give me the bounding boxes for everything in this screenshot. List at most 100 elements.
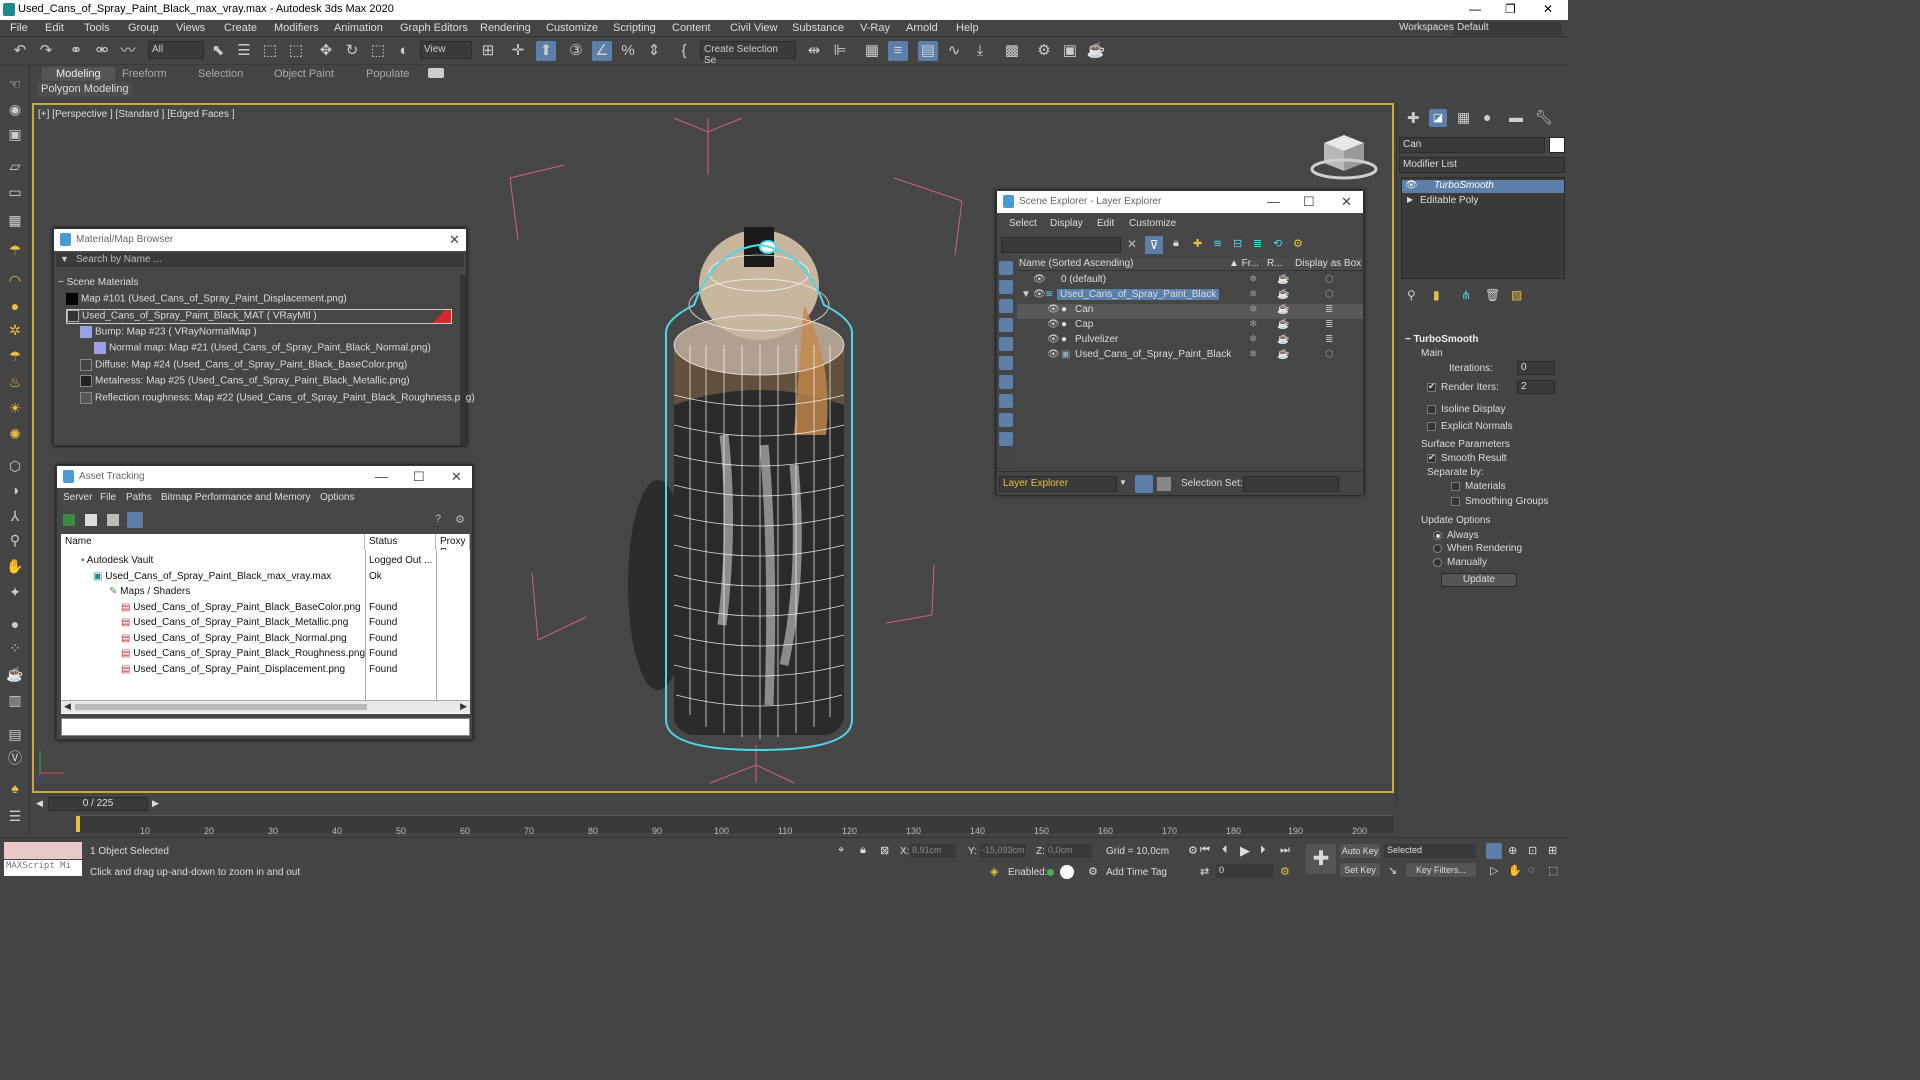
modifier-list-dropdown[interactable]: Modifier List [1399, 157, 1565, 173]
freeze-icon[interactable]: ❄ [1249, 304, 1257, 315]
display-box-icon[interactable]: ⬡ [1325, 349, 1334, 360]
auto-key-button[interactable]: Auto Key [1340, 844, 1380, 858]
table-row[interactable]: ▤ Used_Cans_of_Spray_Paint_Black_Roughne… [121, 646, 365, 661]
list-item[interactable]: 👁︎ ▣ Used_Cans_of_Spray_Paint_Black ❄ ☕ ⬡ [1017, 349, 1363, 364]
se-menu-display[interactable]: Display [1050, 218, 1083, 229]
table-view-icon[interactable] [107, 514, 119, 526]
expand-icon[interactable]: ▼ [1021, 289, 1031, 300]
display-all-icon[interactable] [999, 261, 1013, 275]
freeze-icon[interactable]: ❄ [1249, 274, 1257, 285]
rendered-frame-window-icon[interactable]: ▣ [1060, 41, 1080, 61]
scene-materials-header[interactable]: − Scene Materials [58, 277, 458, 291]
enabled-indicator[interactable] [1047, 869, 1054, 876]
show-end-result-icon[interactable]: ▮ [1433, 288, 1440, 302]
make-unique-icon[interactable]: ⋔ [1461, 288, 1471, 302]
percent-snap-icon[interactable]: % [618, 41, 638, 61]
play-icon[interactable]: ▶ [1240, 843, 1250, 859]
configure-sets-icon[interactable]: ▧ [1511, 288, 1522, 302]
maximize-viewport-icon[interactable]: ⬚ [1548, 864, 1558, 877]
keyboard-shortcut-override-icon[interactable]: ⬆ [536, 41, 556, 61]
toggle-layer-explorer-icon[interactable]: ≡ [888, 41, 908, 61]
move-icon[interactable]: ✥ [316, 41, 336, 61]
stack-item-editable-poly[interactable]: ▶ Editable Poly [1402, 195, 1564, 208]
render-icon[interactable]: ☕ [1277, 334, 1289, 345]
minimize-icon[interactable]: — [1267, 194, 1280, 209]
options-icon[interactable]: ⚙ [1293, 237, 1303, 250]
list-view-icon[interactable] [85, 514, 97, 526]
eye-icon[interactable]: 👁︎ [1047, 304, 1060, 315]
material-item[interactable]: Normal map: Map #21 (Used_Cans_of_Spray_… [94, 342, 452, 357]
rotate-icon[interactable]: ↻ [342, 41, 362, 61]
edit-named-selection-icon[interactable]: { [674, 41, 694, 61]
bone-icon[interactable]: ⅄ [6, 507, 24, 525]
window-crossing-icon[interactable]: ⬚ [286, 41, 306, 61]
vray-icon[interactable]: Ⓥ [6, 749, 24, 767]
tab-selection[interactable]: Selection [184, 67, 257, 81]
time-prev-icon[interactable]: ◀ [36, 798, 43, 809]
cylinder-icon[interactable]: ⬡ [6, 457, 24, 475]
snaps-toggle-icon[interactable]: ③ [566, 41, 586, 61]
asset-path-field[interactable] [61, 718, 470, 736]
motion-tab-icon[interactable]: ● [1483, 109, 1491, 125]
col-proxy-header[interactable]: Proxy R [436, 534, 470, 550]
render-icon[interactable]: ☕ [1277, 304, 1289, 315]
render-production-icon[interactable]: ☕ [1086, 41, 1106, 61]
time-tag-icon[interactable]: ⚙ [1088, 865, 1098, 878]
time-configuration-icon[interactable]: ⚙ [1280, 865, 1290, 878]
display-warps-icon[interactable] [999, 356, 1013, 370]
stack-item-turbosmooth[interactable]: 👁︎ TurboSmooth [1402, 180, 1564, 193]
isoline-checkbox[interactable] [1427, 405, 1436, 414]
unlink-icon[interactable]: ⚮ [92, 41, 112, 61]
search-dropdown-icon[interactable]: ▼ [60, 254, 69, 264]
display-xrefs-icon[interactable] [999, 394, 1013, 408]
se-col-display-box[interactable]: Display as Box [1295, 258, 1361, 269]
hair-icon[interactable]: ✋ [6, 557, 24, 575]
add-time-tag[interactable]: Add Time Tag [1106, 867, 1167, 878]
material-item[interactable]: Reflection roughness: Map #22 (Used_Cans… [80, 392, 475, 407]
render-iters-spinner[interactable]: 2 [1517, 380, 1555, 394]
freeze-icon[interactable]: ❄ [1249, 334, 1257, 345]
table-row[interactable]: ▪ Autodesk Vault [81, 553, 153, 568]
material-item[interactable]: Diffuse: Map #24 (Used_Cans_of_Spray_Pai… [80, 359, 452, 374]
menu-modifiers[interactable]: Modifiers [274, 22, 319, 34]
display-bones-icon[interactable] [999, 413, 1013, 427]
scroll-right-icon[interactable]: ▶ [460, 701, 467, 712]
menu-rendering[interactable]: Rendering [480, 22, 531, 34]
layer-mode-icon[interactable] [1135, 475, 1153, 493]
pan-icon[interactable]: ✋ [1508, 864, 1522, 877]
remove-modifier-icon[interactable]: 🗑︎ [1485, 288, 1500, 302]
material-search-input[interactable]: Search by Name ... [76, 254, 162, 265]
se-col-freeze[interactable]: ▲ Fr... [1229, 258, 1259, 269]
col-status-header[interactable]: Status [365, 534, 436, 550]
helper-icon[interactable]: ◠ [6, 271, 24, 289]
link-icon[interactable]: ⚭ [66, 41, 86, 61]
eye-icon[interactable]: 👁︎ [1047, 349, 1060, 360]
material-item[interactable]: Used_Cans_of_Spray_Paint_Black_MAT ( VRa… [66, 309, 452, 324]
collapse-icon[interactable]: − [58, 277, 64, 288]
capsule-icon[interactable]: ◑ [6, 481, 24, 499]
refresh-icon[interactable] [63, 514, 75, 526]
tab-populate[interactable]: Populate [352, 67, 423, 81]
freeze-icon[interactable]: ❄ [1249, 289, 1257, 300]
utilities-tab-icon[interactable]: 🔧︎ [1535, 109, 1553, 126]
materials-checkbox[interactable] [1451, 482, 1460, 491]
asset-table-hscrollbar[interactable]: ◀ ▶ [61, 700, 470, 713]
zoom-all-icon[interactable]: ⊕ [1508, 844, 1517, 857]
freeze-icon[interactable]: ❄ [1249, 349, 1257, 360]
place-icon[interactable]: ◐ [394, 41, 414, 61]
absolute-mode-icon[interactable]: ⊠ [880, 844, 889, 857]
clear-search-icon[interactable]: ✕ [1127, 237, 1137, 251]
display-box-icon[interactable]: ⬡ [1325, 274, 1334, 285]
stack-icon[interactable]: ≣ [1253, 237, 1262, 250]
reference-coord-dropdown[interactable]: View [420, 41, 472, 59]
x-coordinate-field[interactable]: 8,91cm [910, 844, 956, 858]
display-groups-icon[interactable] [999, 375, 1013, 389]
current-frame-field[interactable]: 0 [1216, 864, 1274, 878]
zoom-extents-icon[interactable]: ⊡ [1528, 844, 1537, 857]
se-col-name[interactable]: Name (Sorted Ascending) [1019, 258, 1134, 269]
prev-frame-icon[interactable]: ⏴︎ [1222, 844, 1228, 857]
menu-views[interactable]: Views [176, 22, 205, 34]
render-icon[interactable]: ☕ [1277, 349, 1289, 360]
workspace-dropdown[interactable]: Default [1454, 22, 1562, 35]
display-box-icon[interactable]: ≣ [1325, 334, 1333, 345]
